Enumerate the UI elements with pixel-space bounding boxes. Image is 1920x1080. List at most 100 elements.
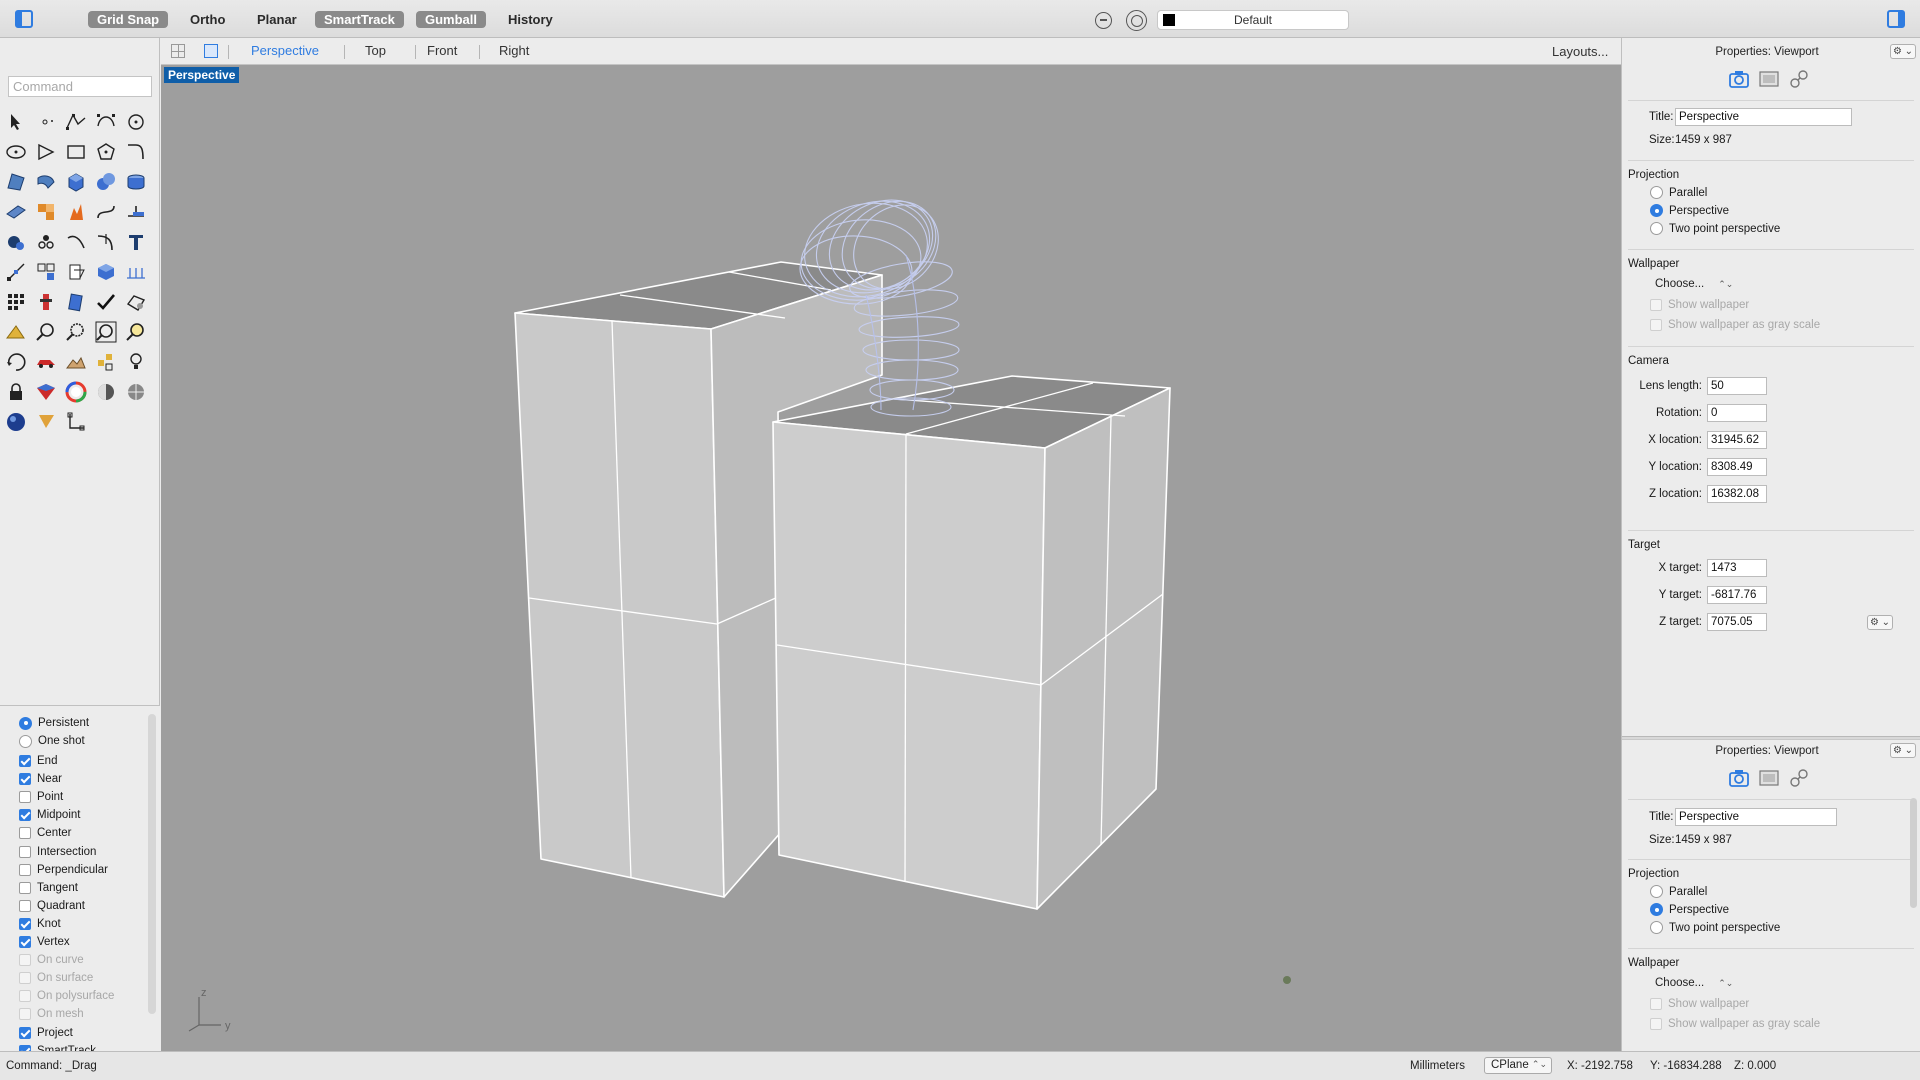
panel-splitter[interactable] xyxy=(1622,736,1920,740)
osnap-knot-checkbox[interactable]: Knot xyxy=(19,915,61,933)
point-icon[interactable] xyxy=(34,110,58,134)
left-sidebar-toggle-icon[interactable] xyxy=(15,10,33,28)
viewport-label[interactable]: Perspective xyxy=(164,67,240,83)
properties-icon[interactable] xyxy=(34,290,58,314)
zoom-dynamic-icon[interactable] xyxy=(4,320,28,344)
osnap-mode-persistent-radio[interactable]: Persistent xyxy=(19,714,89,732)
fillet-curve-icon[interactable] xyxy=(124,140,148,164)
wallpaper-choose-popup[interactable]: Choose... ⌃⌄ xyxy=(1655,977,1733,989)
rectangle-icon[interactable] xyxy=(64,140,88,164)
zoom-extents-icon[interactable] xyxy=(94,320,118,344)
history-toggle[interactable]: History xyxy=(499,11,562,28)
show-wallpaper-checkbox[interactable]: Show wallpaper xyxy=(1650,299,1749,311)
array-icon[interactable] xyxy=(34,260,58,284)
x-location-field[interactable]: 31945.62 xyxy=(1707,431,1767,449)
gumball-tool-icon[interactable] xyxy=(64,410,88,434)
rotation-field[interactable]: 0 xyxy=(1707,404,1767,422)
text-tool-icon[interactable] xyxy=(124,230,148,254)
command-input[interactable] xyxy=(8,76,152,97)
four-viewports-icon[interactable] xyxy=(171,44,185,58)
osnap-quadrant-checkbox[interactable]: Quadrant xyxy=(19,897,85,915)
projection-two-point-radio[interactable]: Two point perspective xyxy=(1650,921,1780,934)
projection-parallel-radio[interactable]: Parallel xyxy=(1650,885,1707,898)
gumball-toggle[interactable]: Gumball xyxy=(416,11,487,28)
lock-icon[interactable] xyxy=(4,380,28,404)
osnap-project-checkbox[interactable]: Project xyxy=(19,1024,73,1042)
extrude-curve-icon[interactable] xyxy=(34,170,58,194)
light-bulb-icon[interactable] xyxy=(124,350,148,374)
x-target-field[interactable]: 1473 xyxy=(1707,559,1767,577)
group-icon[interactable] xyxy=(34,230,58,254)
arc-icon[interactable] xyxy=(34,140,58,164)
link-icon[interactable] xyxy=(1787,766,1811,790)
y-target-field[interactable]: -6817.76 xyxy=(1707,586,1767,604)
layouts-button[interactable]: Layouts... xyxy=(1552,44,1608,59)
render-preview-icon[interactable] xyxy=(124,380,148,404)
grid-snap-toggle[interactable]: Grid Snap xyxy=(88,11,169,28)
blend-curve-icon[interactable] xyxy=(94,200,118,224)
paste-icon[interactable] xyxy=(64,260,88,284)
ellipse-icon[interactable] xyxy=(4,140,28,164)
wallpaper-icon[interactable] xyxy=(1757,766,1781,790)
osnap-intersection-checkbox[interactable]: Intersection xyxy=(19,843,96,861)
zoom-window-icon[interactable] xyxy=(34,320,58,344)
show-wallpaper-gray-checkbox[interactable]: Show wallpaper as gray scale xyxy=(1650,319,1820,331)
show-wallpaper-checkbox[interactable]: Show wallpaper xyxy=(1650,998,1749,1010)
y-location-field[interactable]: 8308.49 xyxy=(1707,458,1767,476)
osnap-on-polysurface-checkbox[interactable]: On polysurface xyxy=(19,987,114,1005)
osnap-center-checkbox[interactable]: Center xyxy=(19,824,72,842)
lens-length-field[interactable]: 50 xyxy=(1707,377,1767,395)
curve-icon[interactable] xyxy=(94,110,118,134)
zoom-target-icon[interactable] xyxy=(124,320,148,344)
wallpaper-icon[interactable] xyxy=(1757,67,1781,91)
single-viewport-icon[interactable] xyxy=(204,44,218,58)
zoom-selected-icon[interactable] xyxy=(64,320,88,344)
rotate-view-icon[interactable] xyxy=(4,350,28,374)
car-model-icon[interactable] xyxy=(34,350,58,374)
ortho-toggle[interactable]: Ortho xyxy=(181,11,234,28)
planar-toggle[interactable]: Planar xyxy=(248,11,306,28)
tab-perspective[interactable]: Perspective xyxy=(251,43,319,58)
select-filter-icon[interactable] xyxy=(34,410,58,434)
materials-icon[interactable] xyxy=(34,380,58,404)
title-field[interactable]: Perspective xyxy=(1675,808,1837,826)
perspective-viewport[interactable]: Perspective z y xyxy=(161,65,1621,1051)
z-target-field[interactable]: 7075.05 xyxy=(1707,613,1767,631)
boolean-solid-icon[interactable] xyxy=(94,260,118,284)
camera-icon[interactable] xyxy=(1727,67,1751,91)
osnap-scrollbar[interactable] xyxy=(148,714,156,1014)
surface-corner-icon[interactable] xyxy=(4,170,28,194)
projection-parallel-radio[interactable]: Parallel xyxy=(1650,186,1707,199)
render-flame-icon[interactable] xyxy=(64,200,88,224)
mesh-plane-icon[interactable] xyxy=(4,200,28,224)
osnap-midpoint-checkbox[interactable]: Midpoint xyxy=(19,806,80,824)
solid-tools-icon[interactable] xyxy=(34,200,58,224)
box-icon[interactable] xyxy=(64,170,88,194)
terrain-icon[interactable] xyxy=(64,350,88,374)
analyze-icon[interactable] xyxy=(124,290,148,314)
osnap-end-checkbox[interactable]: End xyxy=(19,752,57,770)
right-sidebar-toggle-icon[interactable] xyxy=(1887,10,1905,28)
z-location-field[interactable]: 16382.08 xyxy=(1707,485,1767,503)
osnap-on-curve-checkbox[interactable]: On curve xyxy=(19,951,84,969)
render-sphere-icon[interactable] xyxy=(4,410,28,434)
polygon-icon[interactable] xyxy=(94,140,118,164)
projection-perspective-radio[interactable]: Perspective xyxy=(1650,204,1729,217)
filter-icon[interactable] xyxy=(1095,12,1112,29)
camera-icon[interactable] xyxy=(1727,766,1751,790)
cplane-selector[interactable]: CPlane ⌃⌄ xyxy=(1484,1057,1552,1074)
osnap-point-checkbox[interactable]: Point xyxy=(19,788,63,806)
lock-solid-icon[interactable] xyxy=(4,230,28,254)
grid-array-icon[interactable] xyxy=(4,290,28,314)
boolean-union-icon[interactable] xyxy=(94,170,118,194)
explode-icon[interactable] xyxy=(4,260,28,284)
gear-menu-icon[interactable]: ⚙ ⌄ xyxy=(1890,743,1916,758)
properties-scrollbar[interactable] xyxy=(1910,798,1917,908)
osnap-tangent-checkbox[interactable]: Tangent xyxy=(19,879,78,897)
wallpaper-choose-popup[interactable]: Choose... ⌃⌄ xyxy=(1655,278,1733,290)
shade-icon[interactable] xyxy=(94,380,118,404)
select-arrow-icon[interactable] xyxy=(4,110,28,134)
layer-selector[interactable]: Default xyxy=(1157,10,1349,30)
show-wallpaper-gray-checkbox[interactable]: Show wallpaper as gray scale xyxy=(1650,1018,1820,1030)
osnap-smarttrack-checkbox[interactable]: SmartTrack xyxy=(19,1042,96,1051)
